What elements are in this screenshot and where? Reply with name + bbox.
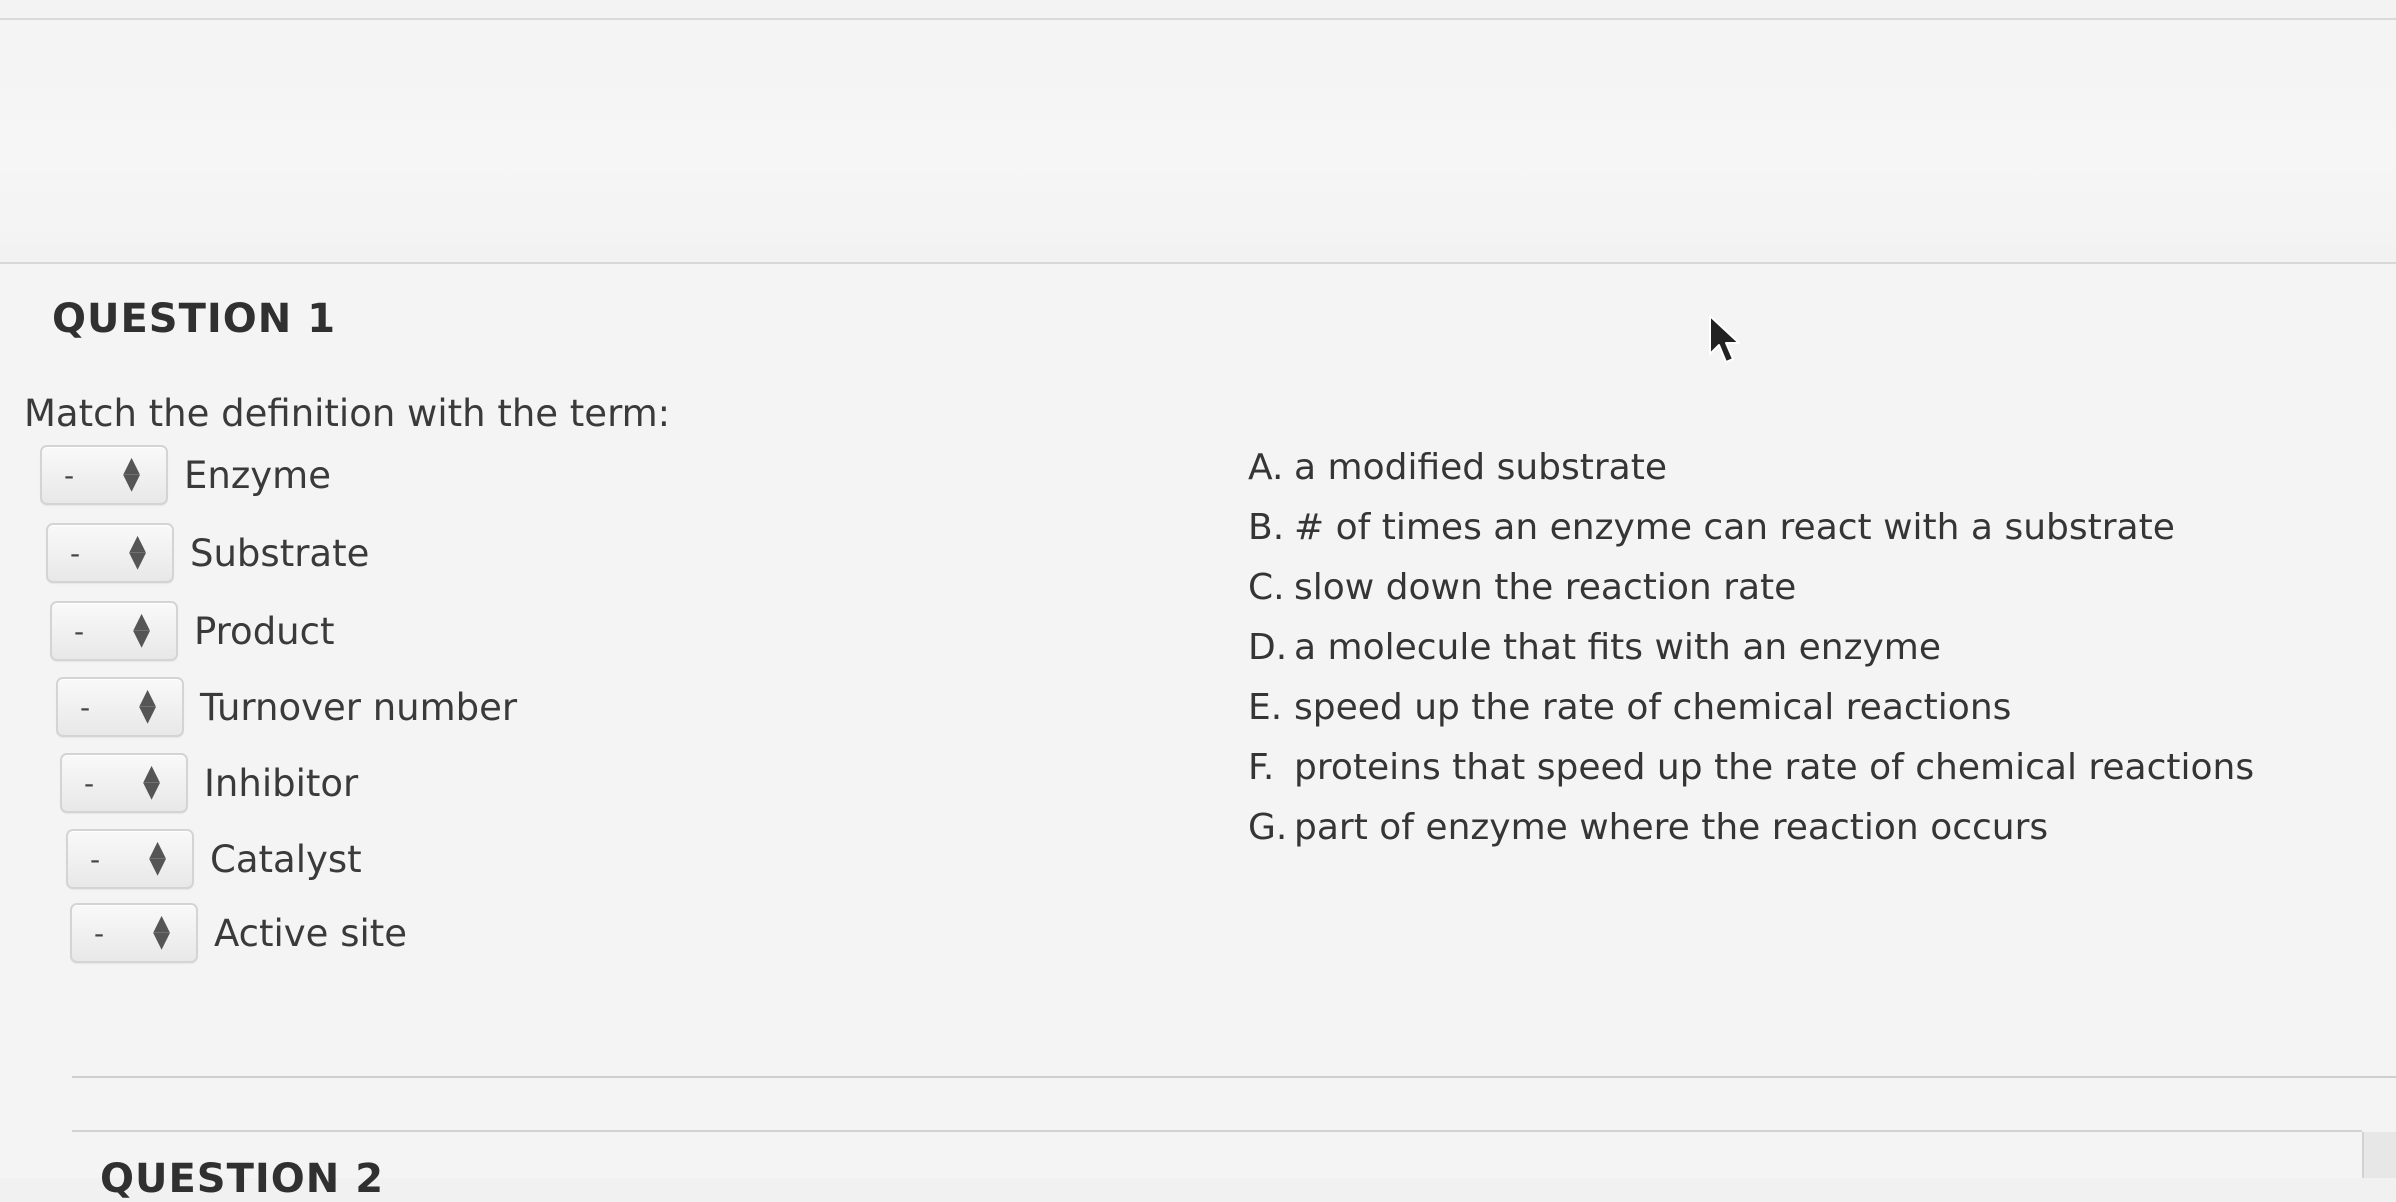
up-down-arrows-icon: ▲ ▼ xyxy=(139,685,156,727)
term-select-turnover-number[interactable]: - ▲ ▼ xyxy=(56,677,184,737)
match-row-substrate: - ▲ ▼ Substrate xyxy=(46,520,369,586)
top-divider xyxy=(0,18,2396,20)
option-text: proteins that speed up the rate of chemi… xyxy=(1294,747,2255,788)
match-row-turnover-number: - ▲ ▼ Turnover number xyxy=(56,674,517,740)
up-down-arrows-icon: ▲ ▼ xyxy=(133,609,150,651)
term-select-enzyme[interactable]: - ▲ ▼ xyxy=(40,445,168,505)
term-select-product[interactable]: - ▲ ▼ xyxy=(50,601,178,661)
mouse-pointer-icon xyxy=(1709,315,1740,363)
option-text: slow down the reaction rate xyxy=(1294,567,1797,608)
term-select-substrate[interactable]: - ▲ ▼ xyxy=(46,523,174,583)
term-select-catalyst[interactable]: - ▲ ▼ xyxy=(66,829,194,889)
option-text: part of enzyme where the reaction occurs xyxy=(1294,807,2049,848)
option-letter: B. xyxy=(1248,507,1285,548)
match-row-inhibitor: - ▲ ▼ Inhibitor xyxy=(60,750,358,816)
next-question-title: QUESTION 2 xyxy=(100,1156,385,1202)
option-text: speed up the rate of chemical reactions xyxy=(1294,687,2012,728)
next-question-divider xyxy=(72,1130,2362,1132)
select-value: - xyxy=(74,615,85,648)
term-label-substrate: Substrate xyxy=(190,531,370,575)
select-value: - xyxy=(94,917,105,950)
question-title: QUESTION 1 xyxy=(52,296,337,342)
term-label-turnover-number: Turnover number xyxy=(200,685,518,729)
term-select-active-site[interactable]: - ▲ ▼ xyxy=(70,903,198,963)
select-value: - xyxy=(64,459,75,492)
match-row-enzyme: - ▲ ▼ Enzyme xyxy=(40,442,331,508)
select-value: - xyxy=(80,691,91,724)
question-prompt: Match the definition with the term: xyxy=(24,392,671,435)
select-value: - xyxy=(90,843,101,876)
definition-option-c: C. slow down the reaction rate xyxy=(1248,558,2254,618)
up-down-arrows-icon: ▲ ▼ xyxy=(129,531,146,573)
definition-options-list: A. a modified substrate B. # of times an e… xyxy=(1248,438,2254,858)
option-letter: C. xyxy=(1248,567,1285,608)
definition-option-d: D. a molecule that fits with an enzyme xyxy=(1248,618,2254,678)
question-footer-divider xyxy=(72,1076,2396,1078)
match-row-catalyst: - ▲ ▼ Catalyst xyxy=(66,826,362,892)
panel-edge xyxy=(2362,1132,2396,1178)
definition-option-b: B. # of times an enzyme can react with a … xyxy=(1248,498,2254,558)
option-text: # of times an enzyme can react with a su… xyxy=(1294,507,2175,548)
option-letter: D. xyxy=(1248,627,1288,668)
definition-option-g: G. part of enzyme where the reaction occu… xyxy=(1248,798,2254,858)
option-letter: G. xyxy=(1248,807,1288,848)
term-label-active-site: Active site xyxy=(214,911,408,955)
option-text: a modified substrate xyxy=(1294,447,1667,488)
term-label-product: Product xyxy=(194,609,335,653)
up-down-arrows-icon: ▲ ▼ xyxy=(149,837,166,879)
select-value: - xyxy=(84,767,95,800)
term-select-inhibitor[interactable]: - ▲ ▼ xyxy=(60,753,188,813)
up-down-arrows-icon: ▲ ▼ xyxy=(123,453,140,495)
option-text: a molecule that fits with an enzyme xyxy=(1294,627,1942,668)
option-letter: A. xyxy=(1248,447,1284,488)
top-band xyxy=(0,0,2396,262)
select-value: - xyxy=(70,537,81,570)
term-label-enzyme: Enzyme xyxy=(184,453,331,497)
up-down-arrows-icon: ▲ ▼ xyxy=(143,761,160,803)
up-down-arrows-icon: ▲ ▼ xyxy=(153,911,170,953)
definition-option-f: F. proteins that speed up the rate of che… xyxy=(1248,738,2254,798)
option-letter: F. xyxy=(1248,747,1275,788)
term-label-inhibitor: Inhibitor xyxy=(204,761,359,805)
option-letter: E. xyxy=(1248,687,1283,728)
match-row-active-site: - ▲ ▼ Active site xyxy=(70,900,407,966)
term-label-catalyst: Catalyst xyxy=(210,837,362,881)
definition-option-a: A. a modified substrate xyxy=(1248,438,2254,498)
match-row-product: - ▲ ▼ Product xyxy=(50,598,334,664)
definition-option-e: E. speed up the rate of chemical reaction… xyxy=(1248,678,2254,738)
